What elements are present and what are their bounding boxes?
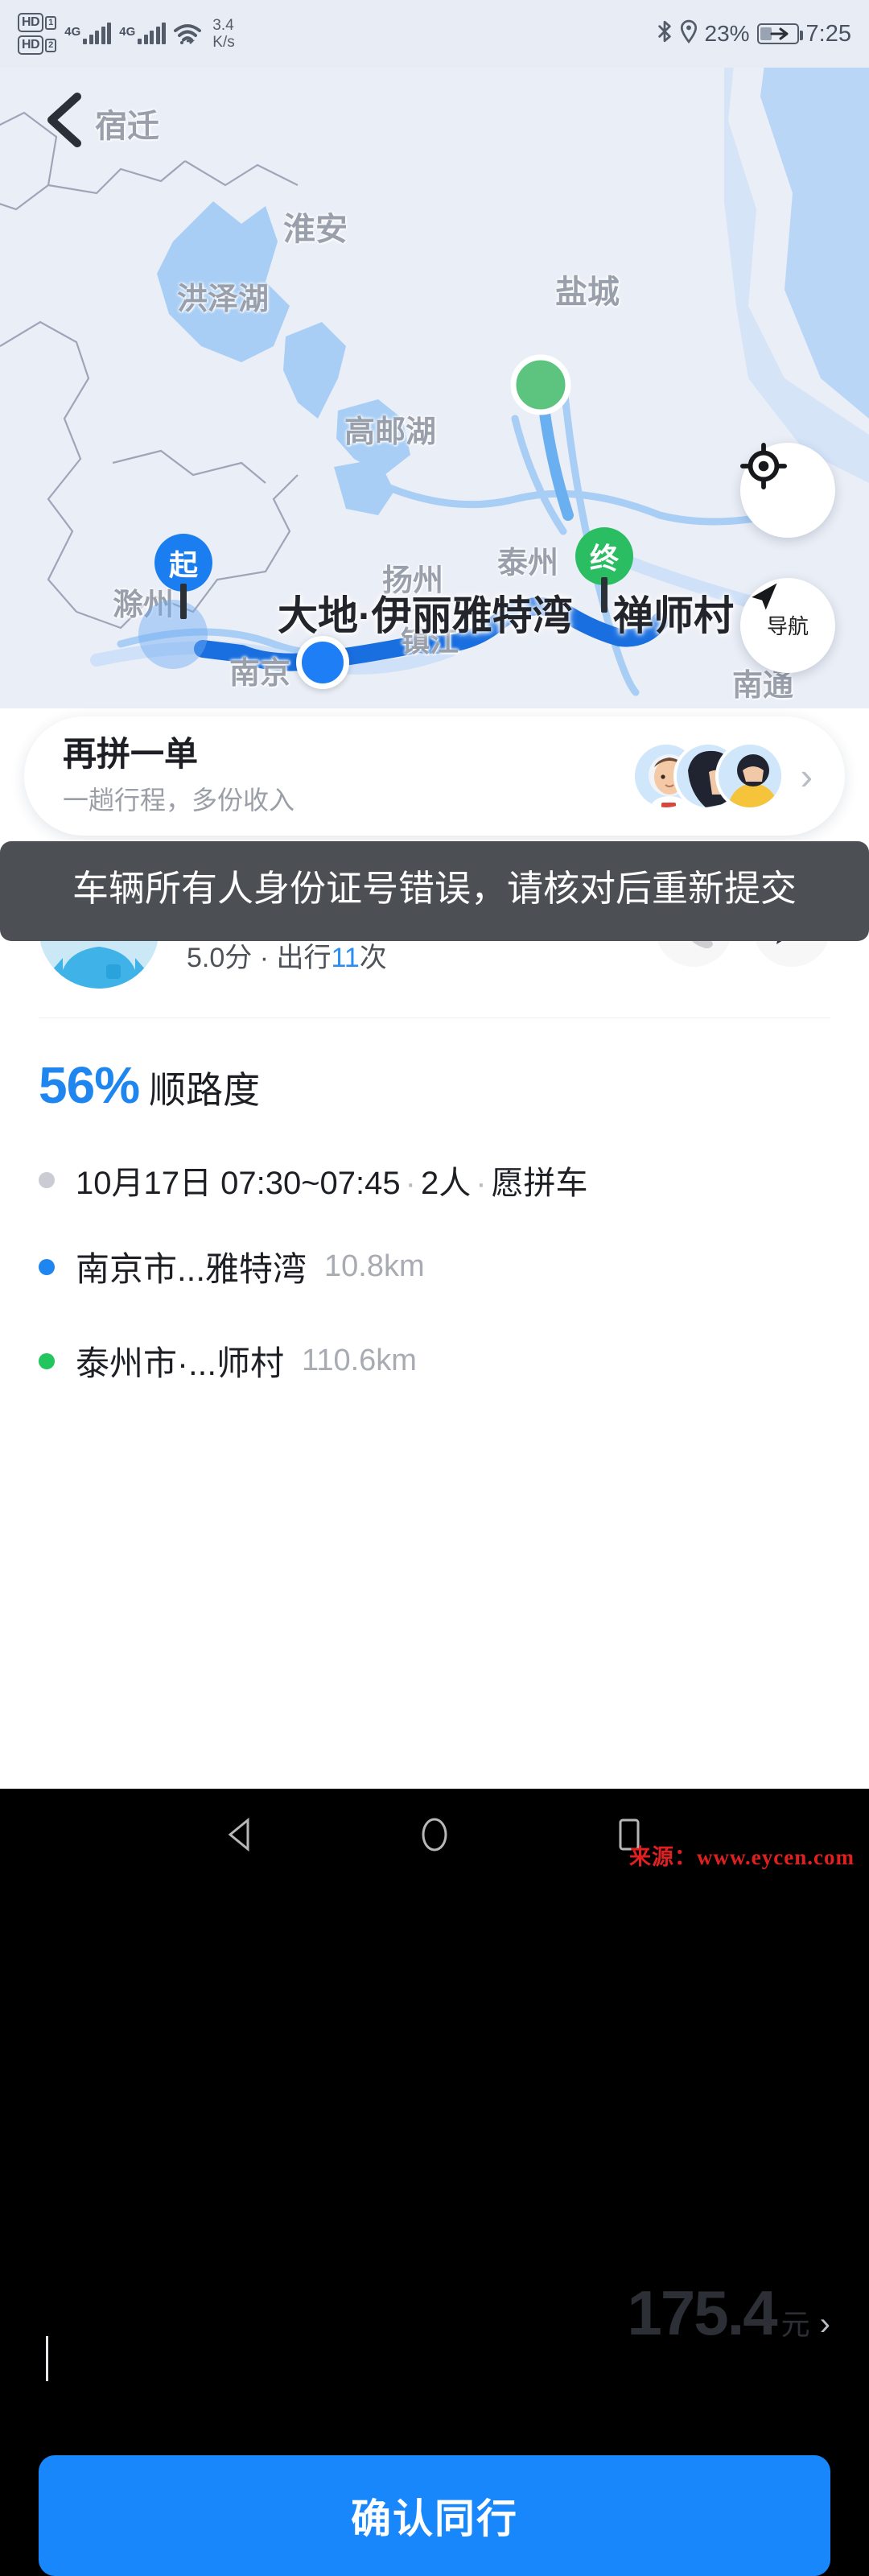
sep: · bbox=[476, 1166, 487, 1201]
match-row: 56% 顺路度 bbox=[0, 1018, 869, 1115]
stat-separator: · bbox=[259, 942, 270, 973]
status-bar-right: 23% 7:25 bbox=[657, 19, 851, 49]
trip-detail-sheet: 尾号4859 5.0分 · 出行11次 bbox=[0, 837, 869, 2576]
person-avatar-icon bbox=[718, 745, 781, 807]
sep: · bbox=[405, 1166, 416, 1201]
hd2-indicator: HD 2 bbox=[18, 35, 57, 55]
signal-sim2: 4G bbox=[119, 23, 167, 44]
hd-sim-number: 2 bbox=[45, 38, 57, 52]
trip-time-row: 10月17日 07:30~07:45 · 2人 · 愿拼车 bbox=[39, 1157, 830, 1203]
match-percent: 56% bbox=[39, 1056, 140, 1114]
trips-suffix: 次 bbox=[359, 942, 387, 973]
trip-destination: 泰州市·...师村 bbox=[76, 1344, 284, 1382]
price-block[interactable]: 175.4 元 › bbox=[627, 2277, 830, 2350]
price-amount: 175.4 bbox=[627, 2277, 777, 2348]
trip-destination-distance: 110.6km bbox=[302, 1344, 417, 1377]
confirm-button[interactable]: 确认同行 bbox=[39, 2455, 830, 2576]
charging-bolt-icon bbox=[770, 27, 794, 45]
network-speed: 3.4 K/s bbox=[212, 17, 234, 51]
destination-bullet-icon bbox=[39, 1352, 55, 1369]
start-poi-label: 大地·伊丽雅特湾 bbox=[278, 593, 573, 638]
trips-count: 11 bbox=[331, 942, 360, 973]
trip-origin-distance: 10.8km bbox=[324, 1249, 425, 1283]
match-label: 顺路度 bbox=[149, 1069, 261, 1111]
error-toast: 车辆所有人身份证号错误，请核对后重新提交 bbox=[0, 841, 869, 942]
chevron-right-icon: › bbox=[800, 755, 813, 797]
map-label: 南京 bbox=[229, 657, 291, 691]
repost-avatars bbox=[631, 741, 785, 811]
network-type-label: 4G bbox=[119, 25, 136, 39]
start-pin-label: 起 bbox=[168, 548, 198, 581]
nav-back-button[interactable] bbox=[224, 1817, 256, 1856]
map-canvas[interactable]: 宿迁 淮安 洪泽湖 盐城 高邮湖 扬州 泰州 滁州 镇江 南京 南通 起 终 大… bbox=[0, 0, 869, 708]
wifi-icon bbox=[174, 23, 202, 44]
map-label: 洪泽湖 bbox=[177, 283, 270, 316]
origin-bullet-icon bbox=[39, 1258, 55, 1275]
trip-datetime-text: 10月17日 07:30~07:45 bbox=[76, 1166, 401, 1201]
hd1-indicator: HD 1 bbox=[18, 13, 57, 32]
navigation-button[interactable]: 导航 bbox=[740, 578, 835, 673]
trip-carpool: 愿拼车 bbox=[491, 1166, 588, 1201]
avatar bbox=[715, 741, 785, 811]
status-bar: HD 1 HD 2 4G 4G 3.4 K/s 23% 7:25 bbox=[0, 0, 869, 68]
route-connector-line bbox=[46, 2336, 48, 2381]
price-currency: 元 bbox=[780, 2308, 810, 2341]
trip-origin: 南京市...雅特湾 bbox=[76, 1250, 307, 1288]
signal-bars-icon bbox=[83, 23, 112, 44]
driver-rating: 5.0分 bbox=[187, 942, 253, 973]
trip-passengers: 2人 bbox=[420, 1166, 472, 1201]
map-label: 淮安 bbox=[283, 212, 348, 247]
locate-button[interactable] bbox=[740, 443, 835, 538]
signal-sim1: 4G bbox=[64, 23, 112, 44]
location-halo bbox=[138, 600, 208, 669]
trip-origin-row: 南京市...雅特湾 10.8km bbox=[39, 1242, 830, 1291]
back-button[interactable] bbox=[42, 90, 85, 150]
battery-icon bbox=[756, 23, 803, 45]
start-pin[interactable]: 起 bbox=[154, 534, 212, 619]
current-location-dot bbox=[296, 636, 349, 689]
map-label: 宿迁 bbox=[95, 109, 159, 144]
trip-destination-row: 泰州市·...师村 110.6km bbox=[39, 1336, 830, 1385]
map-label: 盐城 bbox=[555, 275, 620, 310]
status-bar-left: HD 1 HD 2 4G 4G 3.4 K/s bbox=[18, 13, 235, 55]
hd-label: HD bbox=[18, 13, 44, 32]
phone-screen: 宿迁 淮安 洪泽湖 盐城 高邮湖 扬州 泰州 滁州 镇江 南京 南通 起 终 大… bbox=[0, 0, 869, 2576]
hd-label: HD bbox=[18, 35, 44, 55]
clock: 7:25 bbox=[805, 20, 851, 47]
crosshair-icon bbox=[740, 443, 787, 489]
time-bullet-icon bbox=[39, 1172, 55, 1188]
source-watermark: 来源：www.eycen.com bbox=[629, 1845, 855, 1869]
network-speed-unit: K/s bbox=[212, 34, 235, 51]
network-type-label: 4G bbox=[64, 25, 81, 39]
map-label: 泰州 bbox=[497, 547, 559, 580]
repost-card[interactable]: 再拼一单 一趟行程，多份收入 › bbox=[24, 716, 845, 836]
back-triangle-icon bbox=[228, 1817, 249, 1852]
hd-sim-number: 1 bbox=[45, 15, 57, 30]
error-toast-message: 车辆所有人身份证号错误，请核对后重新提交 bbox=[72, 868, 797, 909]
hd-indicators: HD 1 HD 2 bbox=[18, 13, 57, 55]
map-label: 高邮湖 bbox=[344, 415, 437, 449]
repost-title: 再拼一单 bbox=[63, 735, 199, 774]
end-poi-label: 禅师村 bbox=[613, 593, 734, 638]
end-pin[interactable]: 终 bbox=[575, 527, 633, 613]
bluetooth-icon bbox=[657, 19, 673, 49]
signal-bars-icon bbox=[138, 23, 167, 44]
price-chevron-icon: › bbox=[819, 2306, 830, 2342]
nav-home-button[interactable] bbox=[417, 1817, 452, 1856]
network-speed-value: 3.4 bbox=[212, 17, 234, 34]
back-chevron-icon bbox=[47, 93, 81, 147]
location-icon bbox=[680, 19, 698, 49]
trip-datetime: 10月17日 07:30~07:45 · 2人 · 愿拼车 bbox=[76, 1157, 588, 1203]
trips-prefix: 出行 bbox=[276, 942, 332, 973]
repost-subtitle: 一趟行程，多份收入 bbox=[63, 785, 295, 815]
trip-details: 10月17日 07:30~07:45 · 2人 · 愿拼车 南京市...雅特湾 10.8… bbox=[0, 1115, 869, 1385]
end-pin-label: 终 bbox=[589, 542, 619, 575]
battery-percent: 23% bbox=[704, 21, 750, 46]
home-circle-icon bbox=[422, 1818, 447, 1851]
repost-text: 再拼一单 一趟行程，多份收入 bbox=[63, 735, 632, 816]
confirm-button-label: 确认同行 bbox=[351, 2496, 518, 2541]
navigation-arrow-icon bbox=[752, 583, 777, 610]
